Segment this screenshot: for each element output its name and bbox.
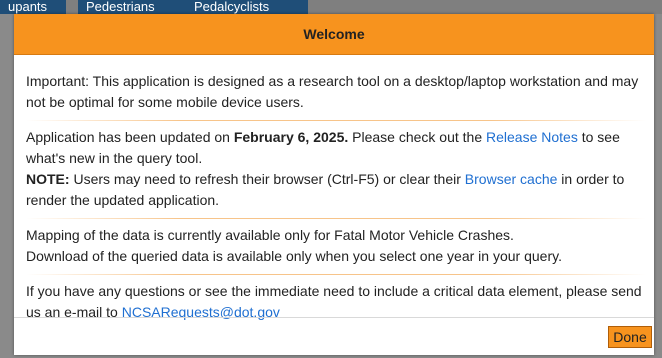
dialog-footer: Done — [14, 317, 654, 356]
update-date: February 6, 2025. — [233, 129, 349, 145]
dialog-body: Important: This application is designed … — [26, 71, 646, 323]
divider — [26, 274, 646, 275]
background-overlay-left — [0, 14, 14, 358]
note-text-before: Users may need to refresh their browser … — [69, 171, 465, 187]
dialog-header: Welcome — [14, 14, 654, 55]
tab-pedalcyclists[interactable]: Pedalcyclists — [186, 0, 308, 14]
important-notice: Important: This application is designed … — [26, 73, 639, 110]
tab-occupants[interactable]: upants — [0, 0, 66, 14]
note-notice: NOTE: Users may need to refresh their br… — [26, 169, 646, 211]
note-label: NOTE: — [26, 171, 70, 187]
contact-text: If you have any questions or see the imm… — [26, 283, 642, 320]
divider — [26, 120, 646, 121]
welcome-dialog: Welcome Important: This application is d… — [14, 14, 654, 355]
tab-pedestrians[interactable]: Pedestrians — [78, 0, 188, 14]
dialog-title: Welcome — [303, 26, 365, 42]
divider — [26, 218, 646, 219]
download-notice: Download of the queried data is availabl… — [26, 248, 562, 264]
update-prefix: Application has been updated on — [26, 129, 234, 145]
update-middle: Please check out the — [348, 129, 487, 145]
release-notes-link[interactable]: Release Notes — [486, 129, 578, 145]
background-overlay-right — [654, 14, 662, 358]
browser-cache-link[interactable]: Browser cache — [465, 171, 558, 187]
background-tab-bar: upants Pedestrians Pedalcyclists — [0, 0, 662, 14]
update-notice: Application has been updated on February… — [26, 127, 646, 169]
done-button[interactable]: Done — [608, 326, 652, 348]
mapping-notice: Mapping of the data is currently availab… — [26, 227, 514, 243]
